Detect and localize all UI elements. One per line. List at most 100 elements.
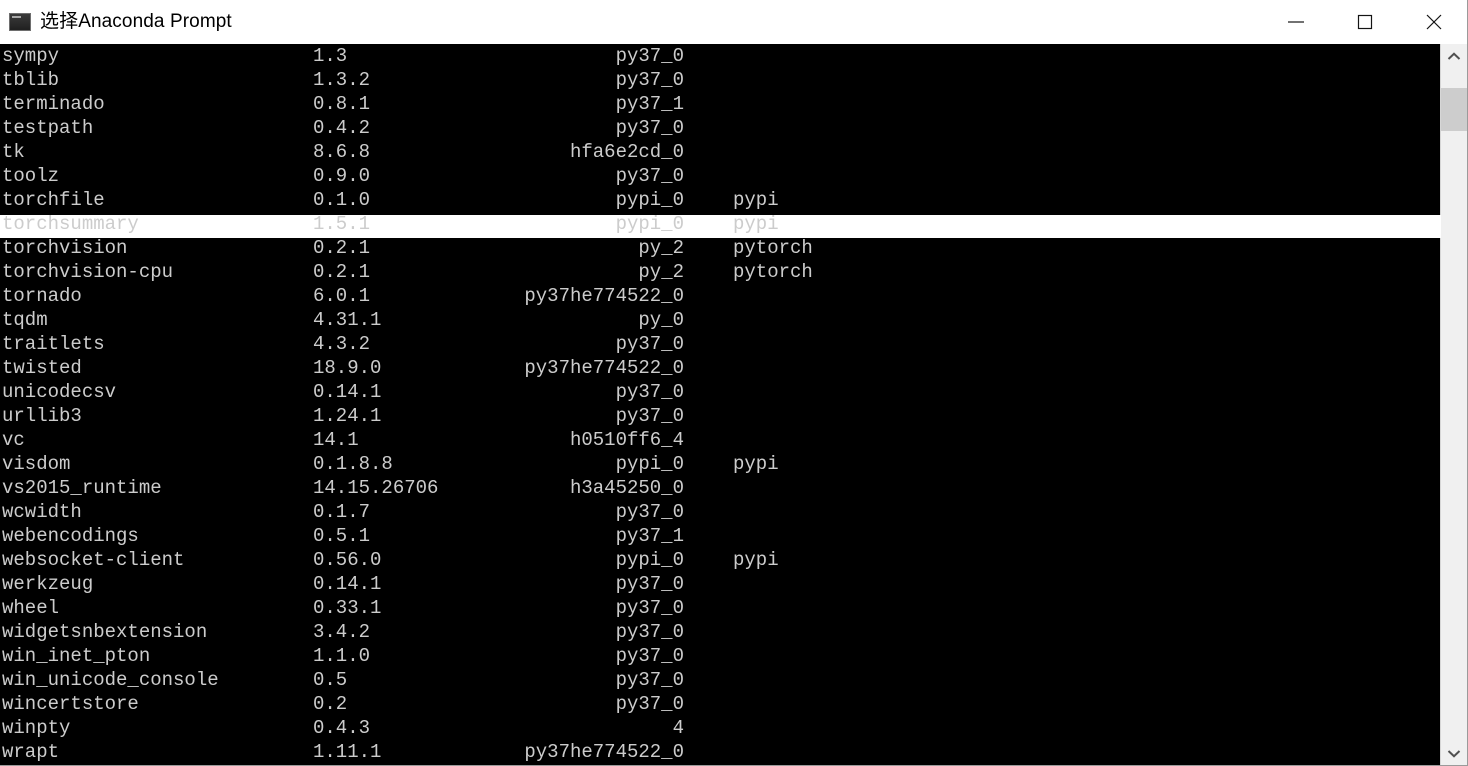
package-name-cell: urllib3 bbox=[2, 405, 82, 427]
package-build-cell: py37_0 bbox=[615, 381, 684, 403]
package-version-cell: 0.33.1 bbox=[313, 597, 382, 619]
package-channel-cell: pytorch bbox=[733, 237, 813, 259]
package-name-cell: win_unicode_console bbox=[2, 669, 219, 691]
package-version-cell: 0.5 bbox=[313, 669, 348, 691]
package-row[interactable]: widgetsnbextension 3.4.2 py37_0 bbox=[0, 620, 1441, 644]
package-row[interactable]: unicodecsv 0.14.1 py37_0 bbox=[0, 380, 1441, 404]
package-build-cell: py37he774522_0 bbox=[524, 741, 684, 763]
package-row[interactable]: tblib 1.3.2 py37_0 bbox=[0, 68, 1441, 92]
package-build-cell: py37_0 bbox=[615, 573, 684, 595]
package-channel-cell: pypi bbox=[733, 453, 779, 475]
package-row[interactable]: torchvision-cpu 0.2.1 py_2 pytorch bbox=[0, 260, 1441, 284]
maximize-button[interactable] bbox=[1330, 0, 1399, 44]
package-build-cell: py37_0 bbox=[615, 501, 684, 523]
package-build-cell: pypi_0 bbox=[615, 213, 684, 235]
package-channel-cell: pypi bbox=[733, 213, 779, 235]
package-version-cell: 1.3 bbox=[313, 45, 348, 67]
package-version-cell: 18.9.0 bbox=[313, 357, 382, 379]
package-build-cell: py37_0 bbox=[615, 333, 684, 355]
package-version-cell: 1.5.1 bbox=[313, 213, 371, 235]
package-version-cell: 0.1.0 bbox=[313, 189, 371, 211]
package-row[interactable]: torchsummary 1.5.1 pypi_0 pypi bbox=[0, 212, 1441, 236]
scrollbar-thumb[interactable] bbox=[1441, 88, 1467, 131]
package-build-cell: py37_0 bbox=[615, 405, 684, 427]
package-version-cell: 1.1.0 bbox=[313, 645, 371, 667]
minimize-button[interactable] bbox=[1261, 0, 1330, 44]
close-button[interactable] bbox=[1399, 0, 1467, 44]
scrollbar-track[interactable] bbox=[1441, 69, 1467, 741]
package-row[interactable]: urllib3 1.24.1 py37_0 bbox=[0, 404, 1441, 428]
package-name-cell: torchsummary bbox=[2, 213, 139, 235]
package-build-cell: py37_0 bbox=[615, 645, 684, 667]
package-row[interactable]: wrapt 1.11.1 py37he774522_0 bbox=[0, 740, 1441, 764]
package-row[interactable]: win_inet_pton 1.1.0 py37_0 bbox=[0, 644, 1441, 668]
package-row[interactable]: wcwidth 0.1.7 py37_0 bbox=[0, 500, 1441, 524]
package-name-cell: wcwidth bbox=[2, 501, 82, 523]
package-build-cell: py37_0 bbox=[615, 597, 684, 619]
window-controls bbox=[1261, 0, 1467, 44]
package-row[interactable]: wheel 0.33.1 py37_0 bbox=[0, 596, 1441, 620]
package-row[interactable]: torchfile 0.1.0 pypi_0 pypi bbox=[0, 188, 1441, 212]
package-name-cell: winpty bbox=[2, 717, 71, 739]
package-row[interactable]: wincertstore 0.2 py37_0 bbox=[0, 692, 1441, 716]
package-version-cell: 0.2.1 bbox=[313, 261, 371, 283]
package-row[interactable]: visdom 0.1.8.8 pypi_0 pypi bbox=[0, 452, 1441, 476]
package-row[interactable]: websocket-client 0.56.0 pypi_0 pypi bbox=[0, 548, 1441, 572]
package-build-cell: py37he774522_0 bbox=[524, 285, 684, 307]
package-name-cell: tk bbox=[2, 141, 25, 163]
package-row[interactable]: terminado 0.8.1 py37_1 bbox=[0, 92, 1441, 116]
title-bar[interactable]: 选择Anaconda Prompt bbox=[0, 0, 1467, 44]
package-name-cell: widgetsnbextension bbox=[2, 621, 208, 643]
package-row[interactable]: toolz 0.9.0 py37_0 bbox=[0, 164, 1441, 188]
package-row[interactable]: sympy 1.3 py37_0 bbox=[0, 44, 1441, 68]
package-name-cell: websocket-client bbox=[2, 549, 185, 571]
package-version-cell: 1.3.2 bbox=[313, 69, 371, 91]
chevron-up-icon bbox=[1447, 52, 1461, 60]
scroll-down-button[interactable] bbox=[1441, 741, 1467, 765]
package-name-cell: vs2015_runtime bbox=[2, 477, 162, 499]
package-build-cell: pypi_0 bbox=[615, 453, 684, 475]
package-row[interactable]: win_unicode_console 0.5 py37_0 bbox=[0, 668, 1441, 692]
package-build-cell: py37_0 bbox=[615, 69, 684, 91]
package-build-cell: py37_1 bbox=[615, 525, 684, 547]
package-row[interactable]: traitlets 4.3.2 py37_0 bbox=[0, 332, 1441, 356]
package-name-cell: torchvision bbox=[2, 237, 128, 259]
package-name-cell: torchvision-cpu bbox=[2, 261, 174, 283]
package-name-cell: win_inet_pton bbox=[2, 645, 151, 667]
package-row[interactable]: tk 8.6.8 hfa6e2cd_0 bbox=[0, 140, 1441, 164]
console-output-area[interactable]: sympy 1.3 py37_0 tblib 1.3.2 py37_0 terminado 0… bbox=[0, 44, 1441, 765]
package-build-cell: py37he774522_0 bbox=[524, 357, 684, 379]
package-row[interactable]: webencodings 0.5.1 py37_1 bbox=[0, 524, 1441, 548]
scroll-up-button[interactable] bbox=[1441, 44, 1467, 69]
close-icon bbox=[1426, 14, 1441, 30]
package-build-cell: hfa6e2cd_0 bbox=[569, 141, 684, 163]
package-name-cell: twisted bbox=[2, 357, 82, 379]
package-row[interactable]: tornado 6.0.1 py37he774522_0 bbox=[0, 284, 1441, 308]
package-name-cell: terminado bbox=[2, 93, 105, 115]
package-name-cell: traitlets bbox=[2, 333, 105, 355]
package-row[interactable]: tqdm 4.31.1 py_0 bbox=[0, 308, 1441, 332]
minimize-icon bbox=[1287, 21, 1304, 23]
package-row[interactable]: vs2015_runtime 14.15.26706 h3a45250_0 bbox=[0, 476, 1441, 500]
package-name-cell: wheel bbox=[2, 597, 60, 619]
package-name-cell: torchfile bbox=[2, 189, 105, 211]
package-row[interactable]: twisted 18.9.0 py37he774522_0 bbox=[0, 356, 1441, 380]
package-version-cell: 1.24.1 bbox=[313, 405, 382, 427]
package-version-cell: 0.8.1 bbox=[313, 93, 371, 115]
package-row[interactable]: werkzeug 0.14.1 py37_0 bbox=[0, 572, 1441, 596]
package-version-cell: 0.4.2 bbox=[313, 117, 371, 139]
package-version-cell: 0.5.1 bbox=[313, 525, 371, 547]
console-icon bbox=[9, 12, 31, 31]
package-build-cell: h3a45250_0 bbox=[569, 477, 684, 499]
package-name-cell: testpath bbox=[2, 117, 94, 139]
vertical-scrollbar[interactable] bbox=[1440, 44, 1467, 765]
package-build-cell: py37_0 bbox=[615, 669, 684, 691]
package-row[interactable]: torchvision 0.2.1 py_2 pytorch bbox=[0, 236, 1441, 260]
package-build-cell: py37_1 bbox=[615, 93, 684, 115]
package-name-cell: webencodings bbox=[2, 525, 139, 547]
package-row[interactable]: testpath 0.4.2 py37_0 bbox=[0, 116, 1441, 140]
window-title: 选择Anaconda Prompt bbox=[40, 10, 232, 32]
package-row[interactable]: vc 14.1 h0510ff6_4 bbox=[0, 428, 1441, 452]
package-row[interactable]: winpty 0.4.3 4 bbox=[0, 716, 1441, 740]
package-build-cell: py37_0 bbox=[615, 117, 684, 139]
